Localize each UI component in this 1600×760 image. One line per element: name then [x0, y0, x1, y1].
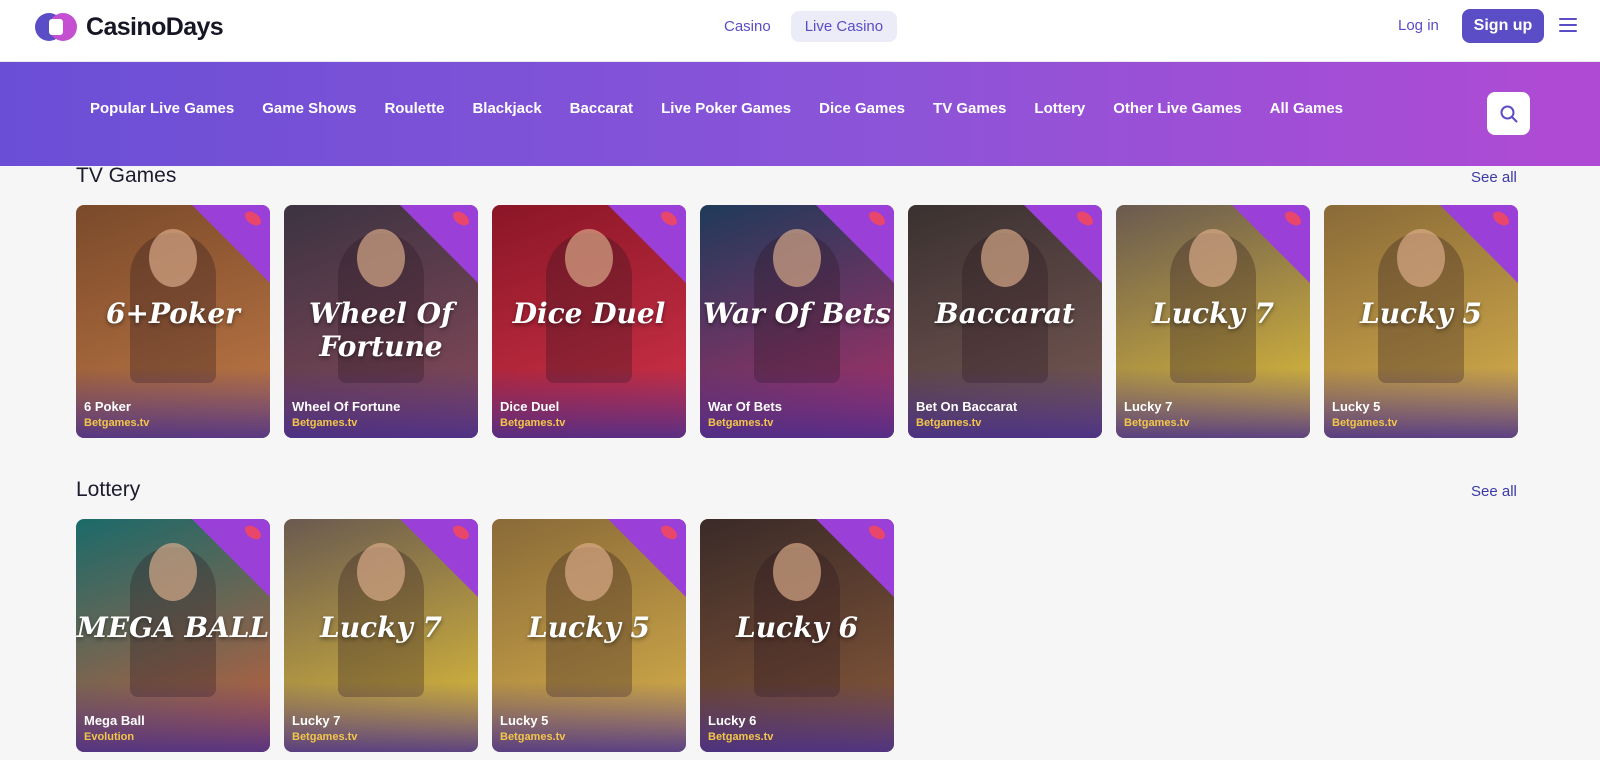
casinodays-logo[interactable]: CasinoDays [34, 9, 224, 45]
signup-button[interactable]: Sign up [1462, 9, 1544, 43]
game-card[interactable]: Lucky 7 Lucky 7 Betgames.tv [284, 519, 478, 752]
dealer-head [565, 543, 613, 601]
dealer-head [1397, 229, 1445, 287]
game-card[interactable]: Dice Duel Dice Duel Betgames.tv [492, 205, 686, 438]
category-baccarat[interactable]: Baccarat [556, 100, 647, 117]
category-tv-games[interactable]: TV Games [919, 100, 1020, 117]
game-name: War Of Bets [708, 399, 782, 414]
game-provider: Betgames.tv [500, 417, 566, 429]
game-card[interactable]: Wheel Of Fortune Wheel Of Fortune Betgames… [284, 205, 478, 438]
category-blackjack[interactable]: Blackjack [458, 100, 555, 117]
dealer-head [149, 543, 197, 601]
category-nav: Popular Live Games Game Shows Roulette Blac… [76, 100, 1357, 117]
game-provider: Betgames.tv [708, 417, 774, 429]
game-provider: Betgames.tv [916, 417, 982, 429]
tab-live-casino[interactable]: Live Casino [790, 11, 898, 42]
game-logo-art: Lucky 5 [1360, 297, 1482, 330]
game-name: Lucky 5 [1332, 399, 1381, 414]
game-provider: Betgames.tv [84, 417, 150, 429]
game-provider: Betgames.tv [1124, 417, 1190, 429]
game-card[interactable]: 6+Poker 6 Poker Betgames.tv [76, 205, 270, 438]
dealer-head [149, 229, 197, 287]
category-roulette[interactable]: Roulette [370, 100, 458, 117]
search-button[interactable] [1487, 92, 1530, 135]
game-logo-art: War Of Bets [702, 297, 891, 330]
game-name: Wheel Of Fortune [292, 399, 401, 414]
category-popular-live-games[interactable]: Popular Live Games [76, 100, 248, 117]
dealer-head [981, 229, 1029, 287]
see-all-lottery[interactable]: See all [1471, 483, 1517, 500]
login-link[interactable]: Log in [1398, 17, 1439, 34]
game-name: Lucky 6 [708, 713, 757, 728]
dealer-head [565, 229, 613, 287]
brand-name: CasinoDays [86, 12, 224, 41]
game-provider: Betgames.tv [708, 731, 774, 743]
dealer-head [357, 543, 405, 601]
game-logo-art: Lucky 5 [528, 611, 650, 644]
top-header: CasinoDays Casino Live Casino Log in Sig… [0, 0, 1600, 62]
dealer-head [773, 543, 821, 601]
game-logo-art: MEGA BALL [76, 611, 270, 644]
game-name: Bet On Baccarat [916, 399, 1018, 414]
game-logo-art: Lucky 7 [320, 611, 442, 644]
game-name: Lucky 7 [292, 713, 341, 728]
game-card[interactable]: Lucky 5 Lucky 5 Betgames.tv [492, 519, 686, 752]
hamburger-menu-icon[interactable] [1559, 18, 1577, 32]
game-provider: Betgames.tv [292, 731, 358, 743]
game-card[interactable]: Lucky 5 Lucky 5 Betgames.tv [1324, 205, 1518, 438]
game-card[interactable]: Lucky 6 Lucky 6 Betgames.tv [700, 519, 894, 752]
game-logo-art: Wheel Of Fortune [308, 297, 454, 363]
top-nav: Casino Live Casino [710, 11, 898, 42]
tab-casino[interactable]: Casino [710, 11, 785, 42]
casinodays-logo-icon [34, 10, 78, 44]
dealer-head [357, 229, 405, 287]
game-logo-art: Lucky 6 [736, 611, 858, 644]
game-card[interactable]: Baccarat Bet On Baccarat Betgames.tv [908, 205, 1102, 438]
game-provider: Betgames.tv [1332, 417, 1398, 429]
game-provider: Evolution [84, 731, 135, 743]
category-bar: Popular Live Games Game Shows Roulette Blac… [0, 62, 1600, 166]
category-all-games[interactable]: All Games [1256, 100, 1357, 117]
game-name: Lucky 7 [1124, 399, 1173, 414]
game-provider: Betgames.tv [292, 417, 358, 429]
section-title-tv-games: TV Games [76, 164, 177, 187]
game-name: Dice Duel [500, 399, 560, 414]
category-game-shows[interactable]: Game Shows [248, 100, 370, 117]
lottery-row: MEGA BALL Mega Ball Evolution Lucky 7 Lucky … [76, 519, 894, 752]
game-logo-art: Lucky 7 [1152, 297, 1274, 330]
section-title-lottery: Lottery [76, 478, 141, 501]
game-logo-art: Baccarat [935, 297, 1075, 330]
game-card[interactable]: MEGA BALL Mega Ball Evolution [76, 519, 270, 752]
category-other-live-games[interactable]: Other Live Games [1099, 100, 1255, 117]
game-card[interactable]: Lucky 7 Lucky 7 Betgames.tv [1116, 205, 1310, 438]
game-logo-art: Dice Duel [512, 297, 666, 330]
game-name: Lucky 5 [500, 713, 549, 728]
category-live-poker-games[interactable]: Live Poker Games [647, 100, 805, 117]
search-icon [1500, 105, 1517, 122]
game-logo-art: 6+Poker [106, 297, 240, 330]
game-name: Mega Ball [84, 713, 145, 728]
game-name: 6 Poker [84, 399, 131, 414]
tv-games-row: 6+Poker 6 Poker Betgames.tv Wheel Of Fortun… [76, 205, 1518, 438]
game-provider: Betgames.tv [500, 731, 566, 743]
category-lottery[interactable]: Lottery [1020, 100, 1099, 117]
dealer-head [773, 229, 821, 287]
dealer-head [1189, 229, 1237, 287]
category-dice-games[interactable]: Dice Games [805, 100, 919, 117]
game-card[interactable]: War Of Bets War Of Bets Betgames.tv [700, 205, 894, 438]
see-all-tv-games[interactable]: See all [1471, 169, 1517, 186]
